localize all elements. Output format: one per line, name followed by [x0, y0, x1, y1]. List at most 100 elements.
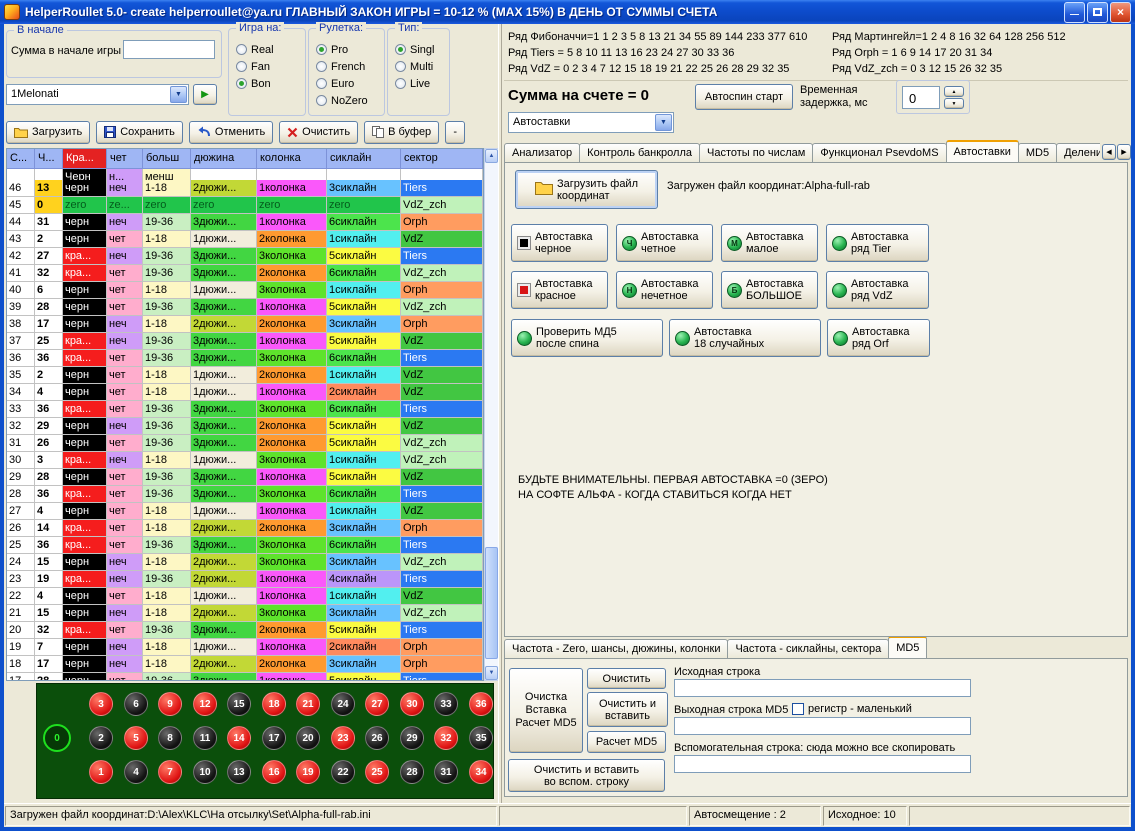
board-number-32[interactable]: 32 [434, 726, 458, 750]
board-number-11[interactable]: 11 [193, 726, 217, 750]
radio-option-euro[interactable]: Euro [316, 75, 382, 92]
table-row[interactable]: 3229черннеч19-363дюжи...2колонка5сиклайн… [7, 418, 483, 435]
board-number-14[interactable]: 14 [227, 726, 251, 750]
start-game-button[interactable]: ▶ [193, 84, 217, 105]
tab-частоты-по-числам[interactable]: Частоты по числам [699, 143, 813, 162]
open-folder-button[interactable]: Загрузить [6, 121, 90, 144]
board-number-29[interactable]: 29 [400, 726, 424, 750]
board-number-21[interactable]: 21 [296, 692, 320, 716]
table-row[interactable]: 3336кра...чет19-363дюжи...3колонка6сикла… [7, 401, 483, 418]
table-row[interactable]: 3725кра...неч19-363дюжи...1колонка5сикла… [7, 333, 483, 350]
autobet-button[interactable]: Автоставкаряд VdZ [826, 271, 929, 309]
board-number-1[interactable]: 1 [89, 760, 113, 784]
table-row[interactable]: 4132кра...чет19-363дюжи...2колонка6сикла… [7, 265, 483, 282]
table-row[interactable]: 3636кра...чет19-363дюжи...3колонка6сикла… [7, 350, 483, 367]
tab-md5[interactable]: MD5 [888, 637, 927, 658]
board-number-35[interactable]: 35 [469, 726, 493, 750]
source-string-input[interactable] [674, 679, 971, 697]
autobet-button[interactable]: Автоставкаряд Tier [826, 224, 929, 262]
table-row[interactable]: 3126чернчет19-363дюжи...2колонка5сиклайн… [7, 435, 483, 452]
tab-scroll-left-button[interactable]: ◀ [1102, 144, 1116, 160]
autobet-button[interactable]: МАвтоставкамалое [721, 224, 818, 262]
start-sum-input[interactable] [123, 40, 215, 59]
board-number-15[interactable]: 15 [227, 692, 251, 716]
table-row[interactable]: 4431черннеч19-363дюжи...1колонка6сиклайн… [7, 214, 483, 231]
board-number-4[interactable]: 4 [124, 760, 148, 784]
autobet-button[interactable]: БАвтоставкаБОЛЬШОЕ [721, 271, 818, 309]
md5-calc-button[interactable]: Расчет MD5 [587, 731, 666, 753]
maximize-button[interactable] [1087, 2, 1108, 23]
save-button[interactable]: Сохранить [96, 121, 183, 144]
table-row[interactable]: 2319кра...неч19-362дюжи...1колонка4сикла… [7, 571, 483, 588]
radio-option-pro[interactable]: Pro [316, 41, 382, 58]
tab-scroll-right-button[interactable]: ▶ [1117, 144, 1131, 160]
radio-option-nozero[interactable]: NoZero [316, 92, 382, 109]
tab-автоставки[interactable]: Автоставки [946, 140, 1019, 162]
table-row[interactable]: 197черннеч1-181дюжи...1колонка2сиклайнOr… [7, 639, 483, 656]
table-row[interactable]: 352чернчет1-181дюжи...2колонка1сиклайнVd… [7, 367, 483, 384]
table-row[interactable]: 2614кра...чет1-182дюжи...2колонка3сиклай… [7, 520, 483, 537]
radio-option-bon[interactable]: Bon [236, 75, 303, 92]
table-row[interactable]: 3928чернчет19-363дюжи...1колонка5сиклайн… [7, 299, 483, 316]
autobet-button[interactable]: Автоставка18 случайных [669, 319, 821, 357]
autobet-button[interactable]: Проверить МД5после спина [511, 319, 663, 357]
board-number-22[interactable]: 22 [331, 760, 355, 784]
preset-combobox[interactable]: 1Melonati ▼ [6, 84, 189, 105]
board-zero[interactable]: 0 [43, 724, 71, 752]
board-number-33[interactable]: 33 [434, 692, 458, 716]
tab-md5[interactable]: MD5 [1018, 143, 1057, 162]
table-row[interactable]: 432чернчет1-181дюжи...2колонка1сиклайнVd… [7, 231, 483, 248]
board-number-19[interactable]: 19 [296, 760, 320, 784]
autobet-button[interactable]: Автоставкаряд Orf [827, 319, 930, 357]
radio-option-live[interactable]: Live [395, 75, 447, 92]
board-number-28[interactable]: 28 [400, 760, 424, 784]
chevron-down-icon[interactable]: ▼ [170, 86, 187, 103]
board-number-5[interactable]: 5 [124, 726, 148, 750]
radio-option-fan[interactable]: Fan [236, 58, 303, 75]
table-row[interactable]: 303кра...неч1-181дюжи...3колонка1сиклайн… [7, 452, 483, 469]
board-number-24[interactable]: 24 [331, 692, 355, 716]
table-row[interactable]: 4227кра...неч19-363дюжи...3колонка5сикла… [7, 248, 483, 265]
minus-button[interactable]: - [445, 121, 465, 144]
tab-анализатор[interactable]: Анализатор [504, 143, 580, 162]
autobet-button[interactable]: Автоставкачерное [511, 224, 608, 262]
board-number-34[interactable]: 34 [469, 760, 493, 784]
autospin-start-button[interactable]: Автоспин старт [695, 84, 793, 110]
spin-down-button[interactable]: ▼ [944, 98, 964, 109]
board-number-2[interactable]: 2 [89, 726, 113, 750]
load-coords-file-button[interactable]: Загрузить файл координат [515, 170, 658, 209]
board-number-16[interactable]: 16 [262, 760, 286, 784]
chevron-down-icon[interactable]: ▼ [655, 114, 672, 131]
radio-option-singl[interactable]: Singl [395, 41, 447, 58]
md5-clear-and-paste-button[interactable]: Очистить и вставить [587, 692, 668, 727]
board-number-6[interactable]: 6 [124, 692, 148, 716]
board-number-9[interactable]: 9 [158, 692, 182, 716]
md5-clear-paste-calc-button[interactable]: Очистка Вставка Расчет MD5 [509, 668, 583, 753]
register-checkbox[interactable] [792, 703, 804, 715]
board-number-23[interactable]: 23 [331, 726, 355, 750]
table-row[interactable]: 2928чернчет19-363дюжи...1колонка5сиклайн… [7, 469, 483, 486]
board-number-31[interactable]: 31 [434, 760, 458, 784]
radio-option-french[interactable]: French [316, 58, 382, 75]
table-row[interactable]: 2115черннеч1-182дюжи...3колонка3сиклайнV… [7, 605, 483, 622]
board-number-36[interactable]: 36 [469, 692, 493, 716]
minimize-button[interactable]: — [1064, 2, 1085, 23]
table-row[interactable]: 2032кра...чет19-363дюжи...2колонка5сикла… [7, 622, 483, 639]
board-number-30[interactable]: 30 [400, 692, 424, 716]
copy-button[interactable]: В буфер [364, 121, 439, 144]
scroll-up-icon[interactable]: ▲ [485, 149, 498, 163]
table-row[interactable]: 3817черннеч1-182дюжи...2колонка3сиклайнO… [7, 316, 483, 333]
radio-option-real[interactable]: Real [236, 41, 303, 58]
close-button[interactable]: × [1110, 2, 1131, 23]
board-number-27[interactable]: 27 [365, 692, 389, 716]
board-number-7[interactable]: 7 [158, 760, 182, 784]
autobets-combobox[interactable]: Автоставки ▼ [508, 112, 674, 133]
delay-value[interactable]: 0 [902, 86, 940, 109]
table-row[interactable]: 224чернчет1-181дюжи...1колонка1сиклайнVd… [7, 588, 483, 605]
board-number-10[interactable]: 10 [193, 760, 217, 784]
board-number-26[interactable]: 26 [365, 726, 389, 750]
board-number-17[interactable]: 17 [262, 726, 286, 750]
autobet-button[interactable]: ЧАвтоставкачетное [616, 224, 713, 262]
autobet-button[interactable]: Автоставкакрасное [511, 271, 608, 309]
output-string-input[interactable] [674, 717, 971, 735]
